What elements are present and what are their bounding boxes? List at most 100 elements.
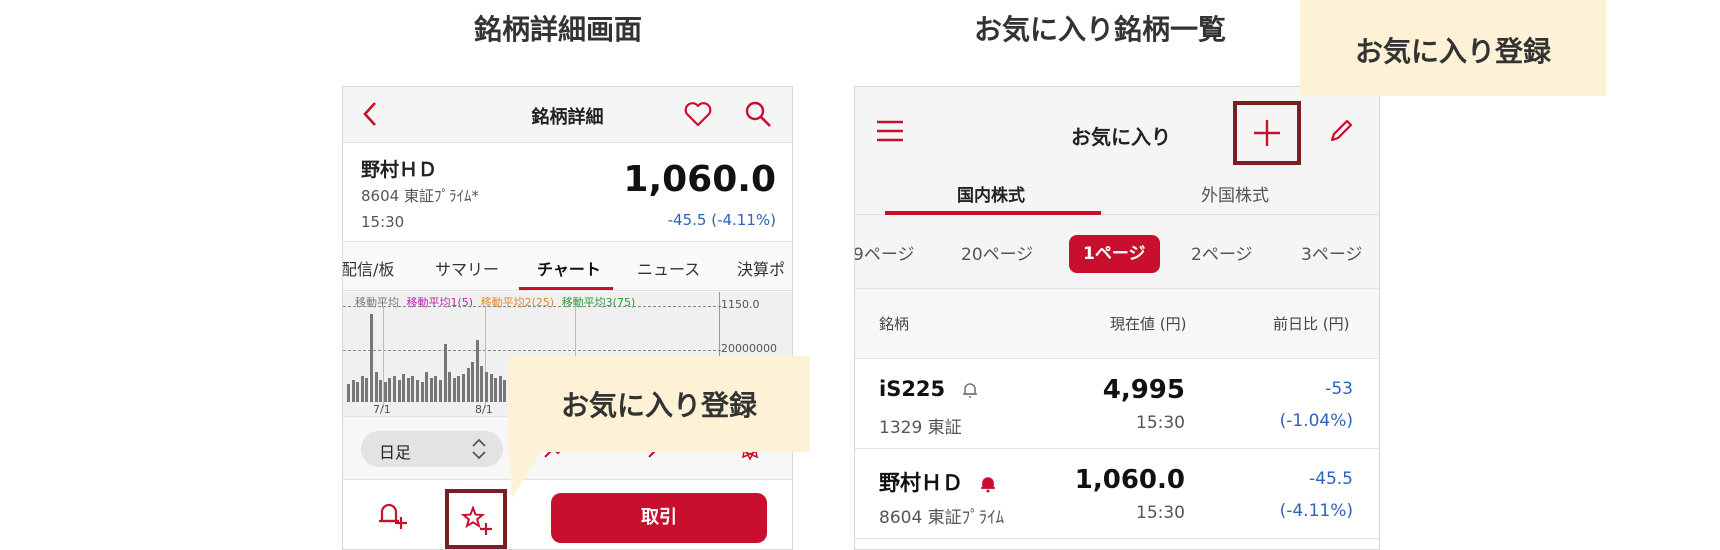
stock-time: 15:30 [361, 213, 405, 231]
star-plus-icon[interactable] [461, 505, 493, 537]
row-stock-name: iS225 [879, 377, 980, 401]
chart-date-label: 7/1 [373, 403, 391, 416]
volume-bar [402, 374, 406, 402]
volume-bar [425, 372, 429, 402]
row-time: 15:30 [1136, 503, 1185, 523]
row-code: 8604 東証ﾌﾟﾗｲﾑ [879, 508, 1005, 528]
volume-bar [383, 382, 387, 402]
volume-bar [365, 378, 369, 402]
bell-plus-icon[interactable] [373, 497, 409, 533]
bell-filled-icon[interactable] [978, 474, 998, 494]
volume-bar [489, 374, 493, 402]
plus-icon[interactable] [1253, 119, 1281, 147]
volume-bar [503, 380, 507, 402]
volume-bar [360, 376, 364, 402]
volume-bar [485, 372, 488, 402]
updown-chevron-icon [472, 438, 486, 460]
favorites-header: お気に入り 国内株式 外国株式 [855, 87, 1379, 215]
table-row[interactable]: 野村ＨＤ 8604 東証ﾌﾟﾗｲﾑ 1,060.0 15:30 -45.5 (-… [855, 449, 1379, 539]
add-favorite-highlight[interactable] [445, 489, 507, 549]
tab-board[interactable]: 配信/板 [343, 256, 394, 280]
callout-add-favorite-detail: お気に入り登録 [508, 356, 810, 452]
callout-text: お気に入り登録 [1354, 35, 1551, 68]
column-header-price: 現在値 (円) [1110, 315, 1187, 333]
volume-bar [443, 344, 447, 402]
add-favorite-highlight[interactable] [1233, 101, 1301, 165]
row-price: 1,060.0 [1074, 465, 1185, 495]
row-change: -45.5 [1309, 469, 1353, 489]
volume-bar [434, 376, 438, 402]
volume-bar [457, 376, 461, 402]
stock-price: 1,060.0 [623, 159, 776, 200]
volume-bar [429, 378, 433, 402]
chart-date-label: 8/1 [475, 403, 493, 416]
volume-bar [374, 372, 378, 402]
volume-bar [480, 366, 484, 402]
row-change: -53 [1325, 379, 1353, 399]
tab-domestic-stocks[interactable]: 国内株式 [957, 181, 1025, 206]
page-chip[interactable]: 20ページ [961, 240, 1033, 265]
volume-bar [466, 368, 470, 402]
stock-code-market: 8604 東証ﾌﾟﾗｲﾑ* [361, 187, 479, 205]
volume-bar [475, 340, 479, 402]
volume-bar [411, 376, 415, 402]
row-name-text: 野村ＨＤ [879, 471, 963, 495]
row-stock-name: 野村ＨＤ [879, 467, 998, 497]
page-chip[interactable]: 2ページ [1191, 240, 1252, 265]
page-selector: 9ページ 20ページ 1ページ 2ページ 3ページ [855, 215, 1379, 289]
period-label: 日足 [379, 443, 412, 462]
detail-tabs: 配信/板 サマリー チャート ニュース 決算ポ [343, 241, 792, 291]
legend-ma2: 移動平均2(25) [480, 296, 555, 309]
row-change-pct: (-4.11%) [1279, 501, 1353, 521]
legend-ma1: 移動平均1(5) [406, 296, 474, 309]
volume-bar [356, 382, 360, 402]
row-code: 1329 東証 [879, 418, 962, 438]
tab-earnings[interactable]: 決算ポ [737, 256, 785, 280]
volume-bar [347, 384, 350, 402]
volume-bar [494, 378, 498, 402]
volume-bar [388, 378, 392, 402]
volume-bar [370, 314, 373, 402]
stock-name: 野村ＨＤ [361, 159, 438, 181]
row-name-text: iS225 [879, 377, 946, 401]
column-header-change: 前日比 (円) [1273, 315, 1350, 333]
legend-ma3: 移動平均3(75) [561, 296, 636, 309]
volume-bar [406, 378, 410, 402]
callout-text: お気に入り登録 [560, 389, 757, 422]
favorites-screen: お気に入り 国内株式 外国株式 9ページ 20ページ 1ページ 2ページ 3ペー… [854, 86, 1380, 550]
callout-add-favorite-list: お気に入り登録 [1300, 0, 1606, 96]
tab-summary[interactable]: サマリー [435, 256, 499, 280]
page-chip[interactable]: 3ページ [1301, 240, 1362, 265]
list-header: 銘柄 現在値 (円) 前日比 (円) [855, 289, 1379, 359]
axis-label-price: 1150.0 [721, 298, 760, 311]
period-select[interactable]: 日足 [361, 431, 503, 467]
page-chip[interactable]: 9ページ [855, 240, 914, 265]
volume-bar [471, 362, 475, 402]
page-chip-active[interactable]: 1ページ [1069, 235, 1160, 273]
section-title-favorites: お気に入り銘柄一覧 [974, 13, 1227, 46]
detail-header: 銘柄詳細 [343, 87, 792, 143]
tab-chart[interactable]: チャート [537, 256, 601, 280]
edit-pencil-icon[interactable] [1327, 117, 1355, 145]
chart-dashline [343, 306, 721, 307]
volume-bar [462, 374, 465, 402]
chart-legend: 移動平均 移動平均1(5) 移動平均2(25) 移動平均3(75) [355, 294, 639, 310]
search-icon[interactable] [743, 99, 773, 129]
chart-dashline [343, 350, 721, 351]
table-row[interactable]: iS225 1329 東証 4,995 15:30 -53 (-1.04%) [855, 359, 1379, 449]
row-time: 15:30 [1136, 413, 1185, 433]
volume-bar [439, 380, 442, 402]
active-tab-indicator [519, 287, 613, 290]
trade-button[interactable]: 取引 [551, 493, 767, 543]
volume-bar [416, 380, 419, 402]
stock-change: -45.5 (-4.11%) [667, 211, 776, 229]
section-title-detail: 銘柄詳細画面 [474, 13, 643, 46]
tab-news[interactable]: ニュース [637, 256, 700, 280]
bell-outline-icon[interactable] [960, 380, 980, 400]
volume-bar [448, 372, 452, 402]
tab-foreign-stocks[interactable]: 外国株式 [1201, 181, 1269, 206]
volume-bar [498, 376, 502, 402]
volume-bar [379, 380, 383, 402]
column-header-name: 銘柄 [879, 315, 910, 333]
heart-icon[interactable] [683, 99, 713, 129]
